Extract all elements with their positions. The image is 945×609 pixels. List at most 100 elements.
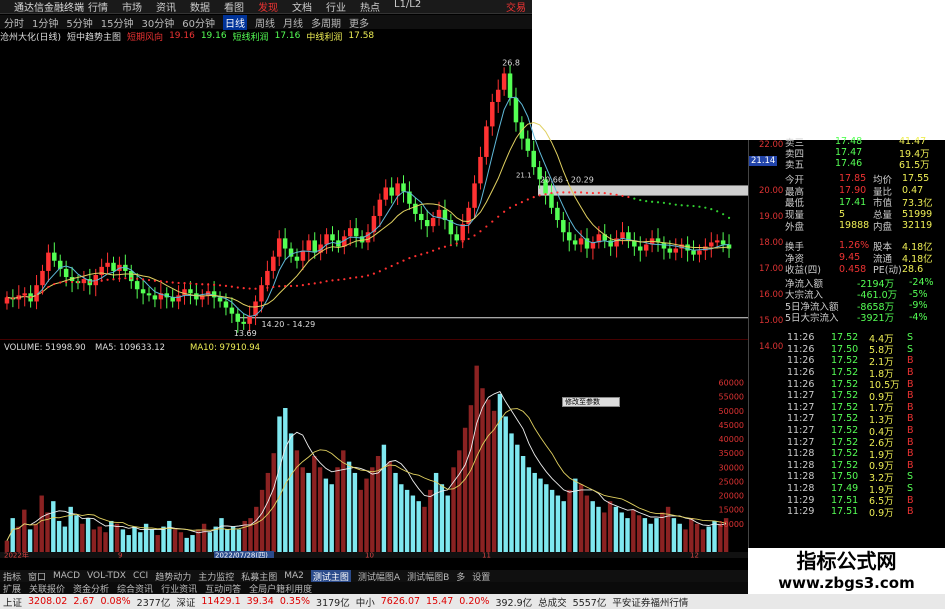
indicator-tab-3[interactable]: VOL-TDX	[87, 571, 126, 581]
candle-41	[247, 305, 252, 332]
volume-bar-100	[584, 495, 590, 552]
field-value-2: 4.18亿	[902, 253, 933, 265]
period-tab-10[interactable]: 更多	[349, 15, 369, 30]
stock-name: 沧州大化(日线)	[0, 32, 62, 43]
menu-item-7[interactable]: 行业	[326, 0, 346, 14]
line3-value: 17.16	[274, 31, 301, 41]
candle-74	[442, 199, 448, 230]
sub-tab-3[interactable]: 综合资讯	[117, 582, 153, 595]
ask-price: 17.48	[835, 136, 863, 148]
tick-time: 11:27	[787, 425, 815, 437]
menu-item-1[interactable]: 市场	[122, 0, 142, 14]
period-tab-0[interactable]: 分时	[4, 15, 24, 30]
indicator-tab-9[interactable]: 测试主图	[310, 569, 351, 583]
indicator-tab-8[interactable]: MA2	[284, 571, 304, 581]
candle-95	[566, 222, 572, 252]
period-tab-1[interactable]: 1分钟	[32, 15, 58, 30]
sub-tab-1[interactable]: 关联报价	[29, 582, 65, 595]
indicator-tab-2[interactable]: MACD	[53, 571, 80, 581]
volume-bar-111	[648, 523, 653, 552]
volume-bar-46	[271, 453, 276, 552]
tick-price: 17.51	[831, 506, 859, 518]
watermark-line1: 指标公式网	[796, 549, 897, 573]
tick-price: 17.52	[831, 367, 859, 379]
indicator-tab-4[interactable]: CCI	[133, 571, 148, 581]
flow-row-1: 大宗流入 -461.0万 -5%	[749, 289, 931, 302]
index-label-2[interactable]: 中小	[356, 595, 375, 609]
volume-bar-105	[613, 506, 619, 552]
volume-bar-72	[422, 506, 427, 552]
tick-price: 17.52	[831, 436, 859, 448]
sub-tab-4[interactable]: 行业资讯	[161, 582, 197, 595]
period-tab-6[interactable]: 日线	[222, 14, 247, 30]
menu-item-6[interactable]: 文档	[292, 0, 312, 14]
indicator-name[interactable]: 短中趋势主图	[67, 30, 121, 43]
period-tab-8[interactable]: 月线	[283, 15, 303, 30]
candle-26	[158, 283, 164, 309]
volume-bar-96	[561, 501, 566, 552]
title-bar: 通达信金融终端 行情 市场 资讯 数据 看图 发现 文档 行业 热点 L1/L2 交易	[0, 0, 532, 14]
volume-chart[interactable]: VOLUME: 51998.90 MA5: 109633.12 MA10: 9791…	[0, 340, 748, 558]
volume-legend-label: VOLUME: 51998.90	[4, 343, 86, 353]
volume-bar-76	[445, 495, 450, 552]
period-tab-3[interactable]: 15分钟	[101, 15, 134, 30]
menu-item-8[interactable]: 热点	[360, 0, 380, 14]
field-label-2: PE(动)	[873, 265, 902, 277]
index-label-1[interactable]: 深证	[176, 595, 195, 609]
menu-item-4[interactable]: 看图	[224, 0, 244, 14]
tick-price: 17.52	[831, 355, 859, 367]
period-tab-9[interactable]: 多周期	[311, 15, 341, 30]
volume-bar-19	[114, 523, 120, 552]
period-tab-7[interactable]: 周线	[255, 15, 275, 30]
param-tooltip[interactable]: 修改至参数	[562, 397, 620, 407]
sub-tab-2[interactable]: 资金分析	[73, 582, 109, 595]
volume-bar-87	[509, 433, 514, 552]
volume-bar-92	[538, 478, 543, 552]
low-annotation: 13.69	[234, 329, 257, 338]
indicator-tab-11[interactable]: 测试幅图B	[407, 570, 449, 583]
volume-bar-5	[33, 523, 39, 552]
sub-tab-0[interactable]: 扩展	[3, 582, 21, 595]
menu-item-5[interactable]: 发现	[258, 0, 278, 14]
tick-side: S	[907, 343, 914, 355]
period-tab-5[interactable]: 60分钟	[182, 15, 215, 30]
volume-bar-7	[45, 512, 50, 552]
indicator-tab-13[interactable]: 设置	[472, 570, 490, 583]
volume-bar-122	[712, 520, 717, 552]
candle-59	[353, 218, 359, 248]
volume-axis-tick-9: 15000	[719, 506, 744, 515]
kline-chart[interactable]: 26.8 13.69 14.20 - 14.29 20.66 - 20.29 21.1	[0, 42, 748, 340]
volume-bar-91	[532, 472, 537, 552]
line4-label: 中线利润	[306, 32, 343, 43]
menu-item-9[interactable]: L1/L2	[394, 0, 421, 14]
candle-106	[632, 232, 637, 256]
broker-name: 平安证券福州行情	[612, 597, 689, 609]
index-label-0[interactable]: 上证	[3, 595, 22, 609]
menu-item-0[interactable]: 行情	[88, 0, 108, 14]
indicator-tab-12[interactable]: 多	[456, 570, 465, 583]
tick-row-4: 11:26 17.52 10.5万 B	[749, 378, 931, 392]
tick-price: 17.52	[831, 332, 859, 344]
index-chg-1: 39.34	[246, 596, 274, 607]
tick-vol: 0.9万	[869, 507, 894, 519]
candle-66	[395, 177, 400, 205]
volume-bar-34	[201, 523, 207, 552]
candle-77	[460, 213, 465, 249]
high-annotation: 26.8	[502, 58, 520, 67]
volume-bar-32	[190, 535, 195, 552]
trade-button[interactable]: 交易	[506, 0, 526, 14]
sub-tab-6[interactable]: 全局户籍利用度	[249, 582, 312, 595]
candle-96	[572, 234, 578, 251]
indicator-tab-10[interactable]: 测试幅图A	[358, 570, 400, 583]
volume-bar-47	[277, 416, 282, 552]
date-label-2: 2022/07/28(四)	[215, 552, 268, 559]
period-tab-4[interactable]: 30分钟	[141, 15, 174, 30]
field-value-2: 28.6	[902, 263, 924, 275]
ask-vol: 61.5万	[899, 159, 930, 171]
volume-bar-58	[341, 450, 346, 552]
sub-tab-5[interactable]: 互动问答	[205, 582, 241, 595]
candle-111	[661, 236, 667, 260]
period-tab-2[interactable]: 5分钟	[66, 15, 92, 30]
menu-item-3[interactable]: 数据	[190, 0, 210, 14]
menu-item-2[interactable]: 资讯	[156, 0, 176, 14]
